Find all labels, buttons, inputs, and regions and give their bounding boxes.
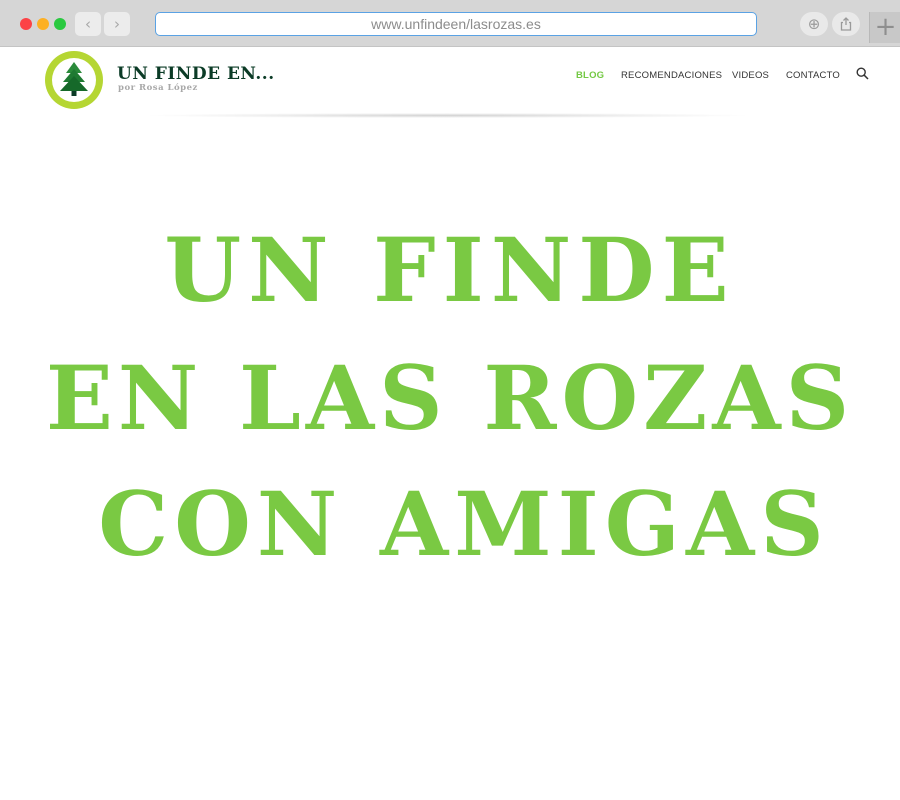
brand-title[interactable]: UN FINDE EN...	[117, 64, 275, 84]
search-icon[interactable]	[856, 67, 869, 80]
nav-item-videos[interactable]: VIDEOS	[732, 70, 769, 81]
nav-item-contacto[interactable]: CONTACTO	[786, 70, 840, 81]
nav-item-recomendaciones[interactable]: RECOMENDACIONES	[621, 70, 722, 81]
hero-line-1: UN FINDE	[164, 218, 736, 322]
zoom-window-button[interactable]	[54, 18, 66, 30]
minimize-window-button[interactable]	[37, 18, 49, 30]
share-button[interactable]	[832, 12, 860, 36]
new-tab-button[interactable]: +	[869, 12, 900, 43]
url-text: www.unfindeen/lasrozas.es	[371, 16, 541, 32]
back-button[interactable]: ‹	[75, 12, 101, 36]
chevron-left-icon: ‹	[85, 15, 91, 33]
hero-line-3: CON AMIGAS	[98, 472, 830, 576]
header-divider	[150, 113, 745, 118]
pine-tree-icon	[60, 62, 88, 96]
browser-toolbar: ‹ › www.unfindeen/lasrozas.es ⊕ +	[0, 0, 900, 47]
plus-icon: +	[874, 12, 897, 42]
forward-button[interactable]: ›	[104, 12, 130, 36]
site-logo[interactable]	[45, 51, 103, 109]
plus-circle-icon: ⊕	[807, 15, 821, 33]
address-bar[interactable]: www.unfindeen/lasrozas.es	[155, 12, 757, 36]
add-button[interactable]: ⊕	[800, 12, 828, 36]
hero-line-2: EN LAS ROZAS	[45, 346, 855, 450]
close-window-button[interactable]	[20, 18, 32, 30]
share-icon	[840, 17, 852, 31]
nav-item-blog[interactable]: BLOG	[576, 70, 604, 81]
chevron-right-icon: ›	[114, 15, 120, 33]
brand-subtitle: por Rosa López	[118, 83, 198, 93]
